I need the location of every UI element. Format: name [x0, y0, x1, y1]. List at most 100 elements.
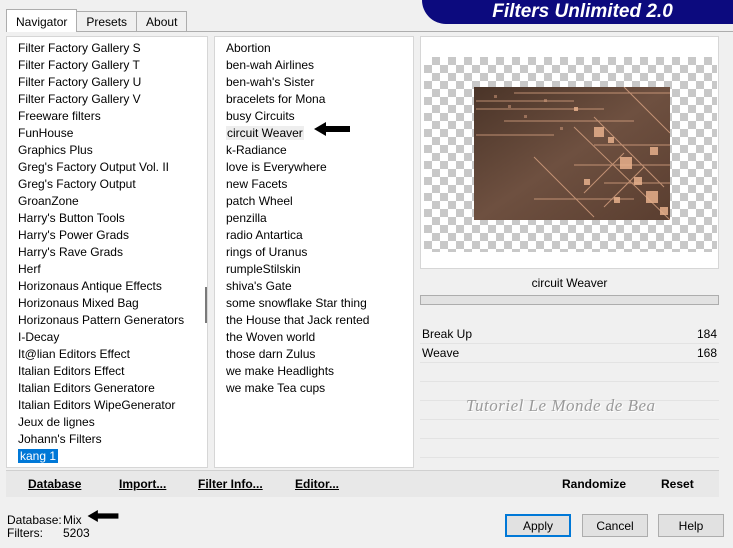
category-item[interactable]: I-Decay	[7, 329, 207, 346]
param-label: Weave	[422, 346, 460, 360]
reset-button[interactable]: Reset	[661, 471, 694, 497]
category-item[interactable]: Graphics Plus	[7, 142, 207, 159]
category-item[interactable]: Italian Editors WipeGenerator	[7, 397, 207, 414]
filter-item[interactable]: those darn Zulus	[215, 346, 413, 363]
category-item[interactable]: Filter Factory Gallery S	[7, 40, 207, 57]
category-item[interactable]: GroanZone	[7, 193, 207, 210]
category-item[interactable]: Horizonaus Mixed Bag	[7, 295, 207, 312]
category-item[interactable]: Filter Factory Gallery T	[7, 57, 207, 74]
filter-item[interactable]: love is Everywhere	[215, 159, 413, 176]
filter-item[interactable]: rings of Uranus	[215, 244, 413, 261]
category-item[interactable]: kang 1	[7, 448, 207, 465]
apply-button[interactable]: Apply	[505, 514, 571, 537]
arrow-left-icon	[87, 510, 119, 522]
category-item[interactable]: Freeware filters	[7, 108, 207, 125]
category-item[interactable]: Johann's Filters	[7, 431, 207, 448]
filter-item[interactable]: some snowflake Star thing	[215, 295, 413, 312]
preview-panel	[420, 36, 719, 269]
category-item[interactable]: Filter Factory Gallery U	[7, 74, 207, 91]
item-label: Filter Factory Gallery S	[18, 41, 141, 55]
preview-image	[474, 87, 670, 220]
help-button[interactable]: Help	[658, 514, 724, 537]
filter-info-button[interactable]: Filter Info...	[198, 471, 263, 497]
item-label: the House that Jack rented	[226, 313, 370, 327]
slider-weave[interactable]: Weave 168	[420, 344, 719, 363]
item-label: Johann's Filters	[18, 432, 102, 446]
category-item[interactable]: Italian Editors Generatore	[7, 380, 207, 397]
item-label: rings of Uranus	[226, 245, 308, 259]
slider-break-up[interactable]: Break Up 184	[420, 325, 719, 344]
item-label: new Facets	[226, 177, 288, 191]
category-item[interactable]: It@lian Editors Effect	[7, 346, 207, 363]
editor-button[interactable]: Editor...	[295, 471, 339, 497]
item-label: we make Tea cups	[226, 381, 326, 395]
item-label: rumpleStilskin	[226, 262, 301, 276]
category-item[interactable]: Greg's Factory Output Vol. II	[7, 159, 207, 176]
empty-param-row	[420, 363, 719, 382]
tab-navigator[interactable]: Navigator	[6, 9, 78, 32]
category-scrollbar[interactable]	[205, 287, 207, 323]
item-label: Graphics Plus	[18, 143, 93, 157]
filter-item[interactable]: penzilla	[215, 210, 413, 227]
category-item[interactable]: Harry's Button Tools	[7, 210, 207, 227]
filter-item[interactable]: we make Headlights	[215, 363, 413, 380]
item-label: those darn Zulus	[226, 347, 316, 361]
app-banner: Filters Unlimited 2.0	[422, 0, 733, 24]
item-label: Herf	[18, 262, 41, 276]
item-label: Harry's Power Grads	[18, 228, 129, 242]
filter-progress-bar	[420, 295, 719, 305]
category-item[interactable]: Italian Editors Effect	[7, 363, 207, 380]
filter-item[interactable]: ben-wah's Sister	[215, 74, 413, 91]
filter-item[interactable]: bracelets for Mona	[215, 91, 413, 108]
category-item[interactable]: Horizonaus Pattern Generators	[7, 312, 207, 329]
filter-item[interactable]: new Facets	[215, 176, 413, 193]
filter-item[interactable]: the House that Jack rented	[215, 312, 413, 329]
filter-parameters: Break Up 184 Weave 168	[420, 325, 719, 465]
item-label: some snowflake Star thing	[226, 296, 367, 310]
empty-param-row	[420, 439, 719, 458]
category-item[interactable]: Greg's Factory Output	[7, 176, 207, 193]
item-label: ben-wah Airlines	[226, 58, 315, 72]
item-label: Horizonaus Pattern Generators	[18, 313, 185, 327]
randomize-button[interactable]: Randomize	[562, 471, 626, 497]
item-label: GroanZone	[18, 194, 79, 208]
import-button[interactable]: Import...	[119, 471, 166, 497]
filter-item[interactable]: shiva's Gate	[215, 278, 413, 295]
item-label: Italian Editors Generatore	[18, 381, 155, 395]
item-label: I-Decay	[18, 330, 60, 344]
category-item[interactable]: Herf	[7, 261, 207, 278]
tab-presets[interactable]: Presets	[76, 11, 138, 32]
tab-bar: Navigator Presets About	[6, 9, 188, 32]
item-label: Harry's Rave Grads	[18, 245, 123, 259]
filter-item[interactable]: the Woven world	[215, 329, 413, 346]
filters-label: Filters:	[7, 526, 43, 540]
item-label: shiva's Gate	[226, 279, 292, 293]
item-label: Filter Factory Gallery V	[18, 92, 141, 106]
item-label: Filter Factory Gallery U	[18, 75, 142, 89]
category-item[interactable]: Filter Factory Gallery V	[7, 91, 207, 108]
filter-item[interactable]: ben-wah Airlines	[215, 57, 413, 74]
filter-item[interactable]: we make Tea cups	[215, 380, 413, 397]
item-label: love is Everywhere	[226, 160, 327, 174]
filter-item[interactable]: Abortion	[215, 40, 413, 57]
item-label: Italian Editors WipeGenerator	[18, 398, 176, 412]
filter-item[interactable]: patch Wheel	[215, 193, 413, 210]
filter-item[interactable]: radio Antartica	[215, 227, 413, 244]
category-item[interactable]: FunHouse	[7, 125, 207, 142]
category-item[interactable]: Harry's Rave Grads	[7, 244, 207, 261]
tab-about[interactable]: About	[136, 11, 188, 32]
filter-item[interactable]: k-Radiance	[215, 142, 413, 159]
filter-list[interactable]: Abortion ben-wah Airlines ben-wah's Sister…	[214, 36, 414, 468]
param-label: Break Up	[422, 327, 473, 341]
category-item[interactable]: Horizonaus Antique Effects	[7, 278, 207, 295]
category-item[interactable]: Jeux de lignes	[7, 414, 207, 431]
filter-item[interactable]: rumpleStilskin	[215, 261, 413, 278]
item-label: Jeux de lignes	[18, 415, 95, 429]
category-list[interactable]: Filter Factory Gallery S Filter Factory G…	[6, 36, 208, 468]
status-info: Database: Mix Filters: 5203	[7, 514, 90, 540]
database-button[interactable]: Database	[28, 471, 81, 497]
cancel-button[interactable]: Cancel	[582, 514, 648, 537]
category-item[interactable]: Harry's Power Grads	[7, 227, 207, 244]
item-label: we make Headlights	[226, 364, 335, 378]
filter-list-items: Abortion ben-wah Airlines ben-wah's Sister…	[215, 37, 413, 397]
